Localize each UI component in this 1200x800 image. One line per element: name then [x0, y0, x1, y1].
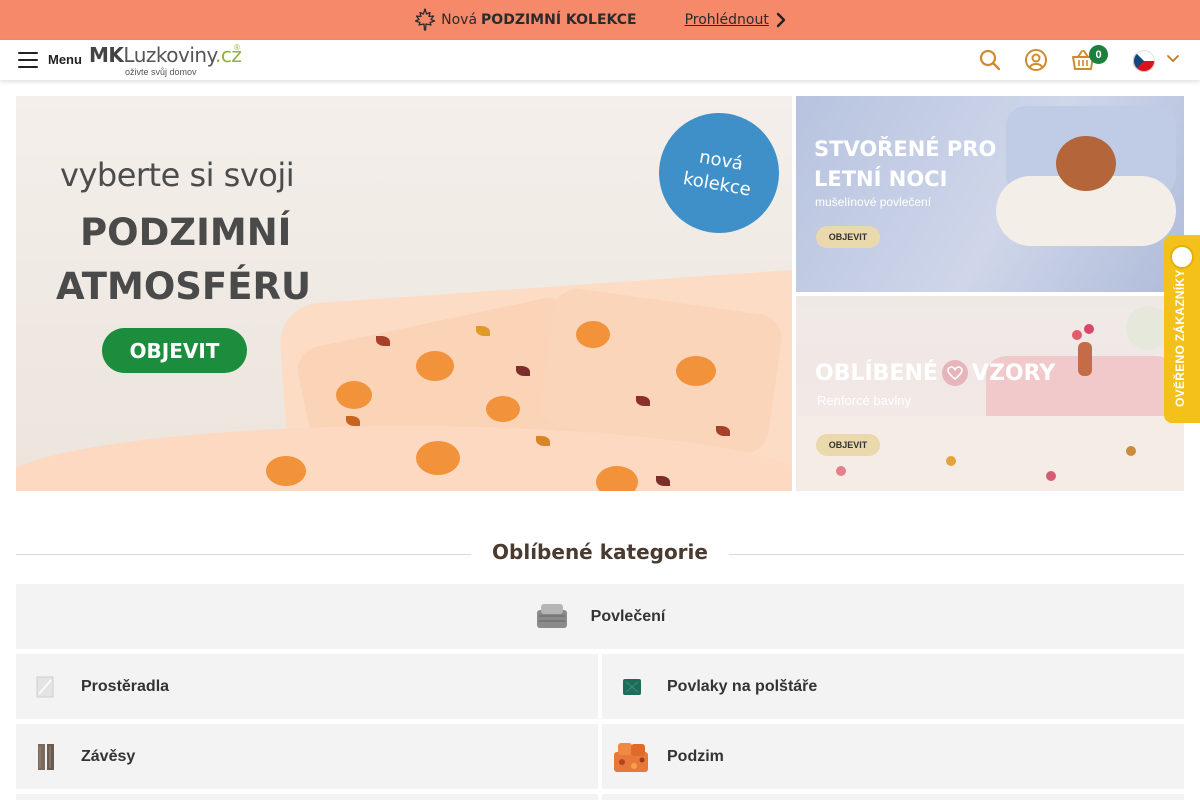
pumpkin-pattern: [266, 456, 306, 486]
heart-icon: [941, 360, 968, 386]
czech-flag-icon[interactable]: [1133, 50, 1155, 72]
banner-main-cta-button[interactable]: OBJEVIT: [102, 328, 247, 373]
banner-summer-subtitle: mušelínové povlečení: [815, 195, 932, 209]
banner-patterns-subtitle: Renforcé bavlny: [817, 393, 911, 408]
banner-main-heading: PODZIMNÍ ATMOSFÉRU: [56, 206, 311, 314]
announcement-prefix: Nová: [441, 12, 478, 28]
category-label: Podzim: [667, 747, 724, 765]
category-label: Závěsy: [81, 747, 136, 765]
pumpkin-pattern: [596, 466, 638, 491]
logo-wordmark: MKLuzkoviny.cz: [89, 43, 244, 67]
leaf-pattern: [656, 476, 670, 486]
banner-main-line3: ATMOSFÉRU: [56, 265, 312, 308]
cart-count-badge: 0: [1089, 45, 1108, 64]
hamburger-line: [18, 59, 38, 61]
banner-summer-cta-button[interactable]: OBJEVIT: [816, 226, 880, 248]
bedding-thumb: [536, 603, 567, 628]
banner-summer-line2: LETNÍ NOCI: [814, 167, 948, 191]
pumpkin-pattern: [336, 381, 372, 409]
sticker-line2: kolekce: [681, 168, 753, 201]
banner-patterns-heading: OBLÍBENÉ VZORY: [815, 360, 1055, 386]
vase-illustration: [1078, 342, 1092, 376]
chevron-right-icon: [776, 12, 786, 28]
sheet-thumb: [36, 676, 54, 698]
flower-illustration: [836, 466, 846, 476]
pillowcase-thumb: [623, 679, 641, 695]
verified-tab-label: OVĚŘENO ZÁKAZNÍKY: [1173, 269, 1187, 407]
banner-main-line1: vyberte si svoji: [60, 156, 295, 194]
autumn-thumb: [614, 743, 648, 772]
flower-illustration: [1084, 324, 1094, 334]
logo-tagline: oživte svůj domov: [125, 67, 197, 77]
banner-patterns-cta-button[interactable]: OBJEVIT: [816, 434, 880, 456]
chevron-down-icon[interactable]: [1166, 53, 1180, 65]
announcement-link-label[interactable]: Prohlédnout: [685, 12, 769, 28]
logo-brand-rest: Luzkoviny: [123, 43, 216, 67]
banner-autumn-collection[interactable]: vyberte si svoji PODZIMNÍ ATMOSFÉRU OBJE…: [16, 96, 792, 491]
site-header: Menu MKLuzkoviny.cz ® oživte svůj domov: [0, 40, 1200, 80]
category-tile-zavesy[interactable]: Závěsy: [16, 724, 598, 789]
maple-leaf-icon: [414, 8, 436, 31]
category-tile-prosteradla[interactable]: Prostěradla: [16, 654, 598, 719]
pumpkin-pattern: [576, 321, 610, 348]
pumpkin-pattern: [486, 396, 520, 422]
hamburger-line: [18, 52, 38, 54]
flower-illustration: [1072, 330, 1082, 340]
section-title: Oblíbené kategorie: [492, 540, 708, 564]
banner-summer-heading: STVOŘENÉ PRO LETNÍ NOCI: [814, 134, 996, 194]
announcement-highlight: PODZIMNÍ KOLEKCE: [481, 12, 637, 28]
category-tile-povleceni[interactable]: Povlečení: [16, 584, 1184, 649]
pumpkin-pattern: [416, 351, 454, 381]
curtain-thumb: [38, 744, 54, 770]
banner-favorite-patterns[interactable]: OBLÍBENÉ VZORY Renforcé bavlny OBJEVIT: [796, 296, 1184, 491]
banner-main-line2: PODZIMNÍ: [80, 211, 292, 254]
category-tile-next[interactable]: [602, 794, 1184, 800]
category-tile-next[interactable]: [16, 794, 598, 800]
menu-label[interactable]: Menu: [48, 52, 82, 67]
pumpkin-pattern: [676, 356, 716, 386]
flower-illustration: [1126, 446, 1136, 456]
category-label: Povlaky na polštáře: [667, 677, 818, 695]
banner-patterns-title-right: VZORY: [971, 360, 1056, 386]
category-label: Prostěradla: [81, 677, 170, 695]
category-label: Povlečení: [590, 607, 666, 625]
user-account-icon[interactable]: [1024, 48, 1048, 72]
logo-registered: ®: [234, 43, 240, 52]
leaf-pattern: [346, 416, 360, 426]
logo-brand-bold: MK: [89, 43, 124, 67]
banner-summer-line1: STVOŘENÉ PRO: [814, 137, 997, 161]
czech-flag-graphic: [1133, 50, 1155, 72]
leaf-pattern: [536, 436, 550, 446]
verified-by-customers-tab[interactable]: OVĚŘENO ZÁKAZNÍKY: [1164, 235, 1200, 423]
leaf-pattern: [716, 426, 730, 436]
menu-button[interactable]: [18, 52, 38, 68]
leaf-pattern: [636, 396, 650, 406]
heart-graphic: [947, 366, 963, 380]
leaf-pattern: [476, 326, 490, 336]
verified-seal-icon: [1170, 245, 1194, 269]
announcement-link[interactable]: Prohlédnout: [685, 12, 787, 28]
hamburger-line: [18, 66, 38, 68]
flower-illustration: [1046, 471, 1056, 481]
banner-patterns-title-left: OBLÍBENÉ: [815, 360, 938, 386]
site-logo[interactable]: MKLuzkoviny.cz ® oživte svůj domov: [89, 43, 244, 79]
category-tile-podzim[interactable]: Podzim: [602, 724, 1184, 789]
leaf-pattern: [516, 366, 530, 376]
category-tile-povlaky[interactable]: Povlaky na polštáře: [602, 654, 1184, 719]
banner-summer-nights[interactable]: STVOŘENÉ PRO LETNÍ NOCI mušelínové povle…: [796, 96, 1184, 292]
leaf-pattern: [376, 336, 390, 346]
search-icon[interactable]: [978, 48, 1002, 72]
announcement-bar: Nová PODZIMNÍ KOLEKCE Prohlédnout: [0, 0, 1200, 40]
pumpkin-pattern: [416, 441, 460, 475]
hair-illustration: [1056, 136, 1116, 191]
flower-illustration: [946, 456, 956, 466]
